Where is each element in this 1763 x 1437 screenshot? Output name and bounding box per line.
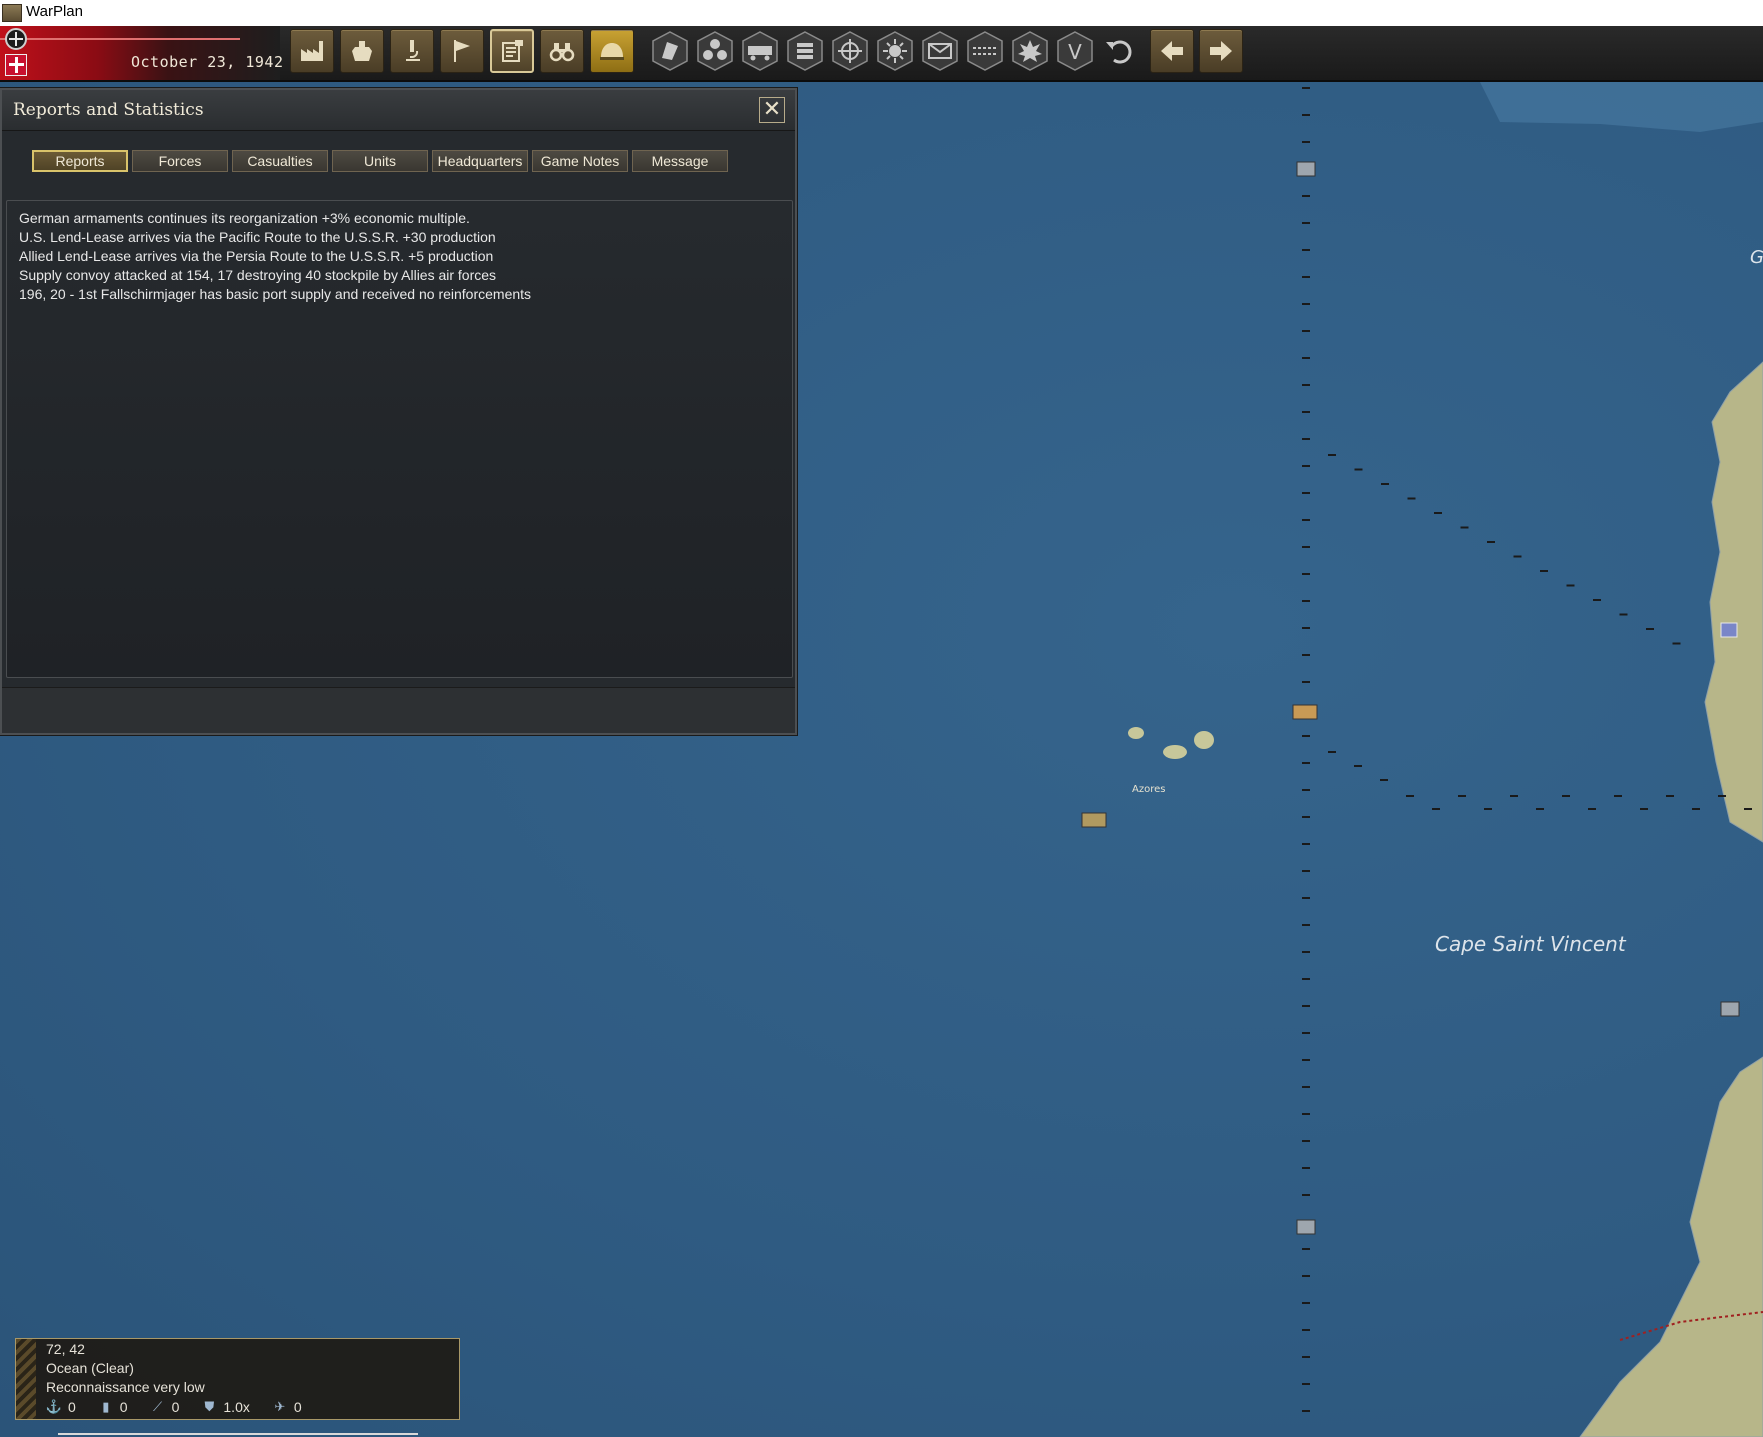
tab-message[interactable]: Message bbox=[632, 150, 728, 172]
shallow-water bbox=[1480, 82, 1763, 132]
report-line: U.S. Lend-Lease arrives via the Pacific … bbox=[19, 229, 496, 245]
production-button[interactable] bbox=[290, 29, 334, 73]
dialog-title: Reports and Statistics bbox=[13, 100, 204, 120]
hex-terrain: Ocean (Clear) bbox=[46, 1360, 134, 1376]
tab-game-notes[interactable]: Game Notes bbox=[532, 150, 628, 172]
frontline-button[interactable] bbox=[965, 30, 1005, 72]
crosshair-icon bbox=[832, 31, 868, 71]
close-icon: ✕ bbox=[762, 97, 782, 122]
iron-cross-icon[interactable] bbox=[5, 28, 27, 50]
target-button[interactable] bbox=[830, 30, 870, 72]
naval-button[interactable] bbox=[340, 29, 384, 73]
weather-button[interactable] bbox=[875, 30, 915, 72]
port-value: 0 bbox=[68, 1399, 76, 1415]
report-list[interactable]: German armaments continues its reorganiz… bbox=[6, 200, 793, 678]
supply-icon: ▮ bbox=[102, 1399, 110, 1414]
rail-button[interactable] bbox=[740, 30, 780, 72]
hex-coordinates: 72, 42 bbox=[46, 1341, 85, 1357]
terrain-button[interactable] bbox=[650, 30, 690, 72]
info-stripe bbox=[16, 1339, 36, 1419]
azores-island bbox=[1194, 731, 1214, 749]
hex-grid-button[interactable] bbox=[695, 30, 735, 72]
reports-button[interactable] bbox=[490, 29, 534, 73]
hex-terrain-icon bbox=[652, 31, 688, 71]
envelope-icon bbox=[922, 31, 958, 71]
intel-button[interactable] bbox=[540, 29, 584, 73]
city-marker bbox=[1720, 1001, 1740, 1017]
aircraft-icon: ✈ bbox=[274, 1399, 286, 1414]
reports-icon bbox=[502, 40, 523, 62]
dialog-header: Reports and Statistics ✕ bbox=[2, 90, 795, 131]
naval-unit-counter bbox=[1296, 161, 1316, 177]
iberia-landmass bbox=[1704, 361, 1763, 843]
rail-icon bbox=[742, 31, 778, 71]
cape-saint-vincent-label: Cape Saint Vincent bbox=[1435, 932, 1626, 956]
reports-dialog: Reports and Statistics ✕ Reports Forces … bbox=[0, 88, 797, 735]
undo-button[interactable] bbox=[1100, 30, 1140, 72]
recon-level: Reconnaissance very low bbox=[46, 1379, 205, 1395]
previous-unit-button[interactable] bbox=[1150, 29, 1194, 73]
flag-icon bbox=[454, 40, 470, 62]
coins-icon bbox=[787, 31, 823, 71]
report-line: Supply convoy attacked at 154, 17 destro… bbox=[19, 267, 497, 283]
undo-icon bbox=[1106, 40, 1132, 64]
binoculars-icon bbox=[549, 43, 575, 62]
next-unit-button[interactable] bbox=[1199, 29, 1243, 73]
close-button[interactable]: ✕ bbox=[759, 97, 785, 123]
tab-forces[interactable]: Forces bbox=[132, 150, 228, 172]
naval-unit-counter bbox=[1296, 1219, 1316, 1235]
naval-unit-counter bbox=[1292, 704, 1318, 720]
tab-casualties[interactable]: Casualties bbox=[232, 150, 328, 172]
tab-reports[interactable]: Reports bbox=[32, 150, 128, 172]
ship-icon bbox=[352, 41, 372, 61]
arrow-right-icon bbox=[1210, 41, 1232, 61]
research-button[interactable] bbox=[390, 29, 434, 73]
units-button[interactable] bbox=[590, 29, 634, 73]
sun-icon bbox=[877, 31, 913, 71]
report-line: 196, 20 - 1st Fallschirmjager has basic … bbox=[19, 286, 532, 302]
combat-button[interactable] bbox=[1010, 30, 1050, 72]
app-icon bbox=[2, 4, 22, 22]
hex-stats: ⚓ 0 ▮ 0 ⟋ 0 ⛊ 1.0x ✈ 0 bbox=[46, 1399, 318, 1415]
air-value: 0 bbox=[293, 1399, 302, 1415]
svg-text:V: V bbox=[1068, 40, 1082, 64]
messages-button[interactable] bbox=[920, 30, 960, 72]
helmet-icon bbox=[600, 43, 624, 60]
supply-value: 0 bbox=[119, 1399, 128, 1415]
turn-date: October 23, 1942 bbox=[131, 53, 284, 71]
window-title: WarPlan bbox=[26, 3, 83, 20]
scroll-indicator[interactable] bbox=[58, 1433, 418, 1435]
hex-info-box: 72, 42 Ocean (Clear) Reconnaissance very… bbox=[15, 1338, 460, 1420]
supply-button[interactable] bbox=[785, 30, 825, 72]
game-toolbar: October 23, 1942 V bbox=[0, 26, 1763, 82]
azores-label: Azores bbox=[1132, 784, 1166, 795]
artillery-icon: ⟋ bbox=[153, 1399, 163, 1414]
iberia-south-landmass bbox=[1579, 1056, 1763, 1437]
report-line: Allied Lend-Lease arrives via the Persia… bbox=[19, 248, 494, 264]
dialog-footer bbox=[2, 687, 795, 733]
map-edge-label: G bbox=[1750, 247, 1763, 268]
window-titlebar: WarPlan bbox=[0, 0, 1763, 27]
diplomacy-button[interactable] bbox=[440, 29, 484, 73]
explosion-icon bbox=[1012, 31, 1048, 71]
defense-value: 1.0x bbox=[223, 1399, 250, 1415]
victory-button[interactable]: V bbox=[1055, 30, 1095, 72]
arrow-left-icon bbox=[1161, 41, 1183, 61]
nation-flag-icon[interactable] bbox=[5, 54, 27, 76]
artillery-value: 0 bbox=[171, 1399, 180, 1415]
anchor-icon: ⚓ bbox=[45, 1399, 63, 1414]
lines-icon bbox=[967, 31, 1003, 71]
microscope-icon bbox=[406, 40, 420, 61]
victory-icon: V bbox=[1057, 31, 1093, 71]
factory-icon bbox=[301, 41, 323, 61]
city-marker bbox=[1720, 622, 1738, 638]
report-line: German armaments continues its reorganiz… bbox=[19, 210, 470, 226]
azores-island bbox=[1128, 727, 1144, 739]
naval-unit-counter bbox=[1081, 812, 1107, 828]
hex-cluster-icon bbox=[697, 31, 733, 71]
azores-island bbox=[1163, 745, 1187, 759]
shield-icon: ⛊ bbox=[204, 1399, 215, 1414]
tab-units[interactable]: Units bbox=[332, 150, 428, 172]
tab-headquarters[interactable]: Headquarters bbox=[432, 150, 528, 172]
